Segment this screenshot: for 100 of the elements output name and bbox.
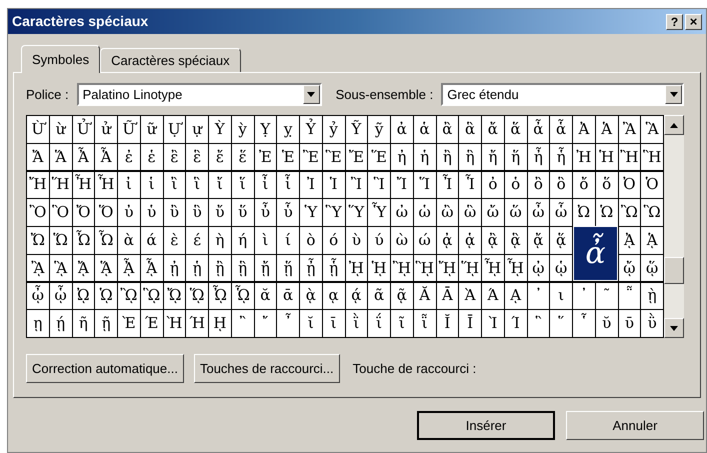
symbol-cell[interactable]: ὒ xyxy=(164,199,186,226)
symbol-cell[interactable]: Ἆ xyxy=(72,144,94,170)
symbol-cell[interactable]: Ἐ xyxy=(254,144,276,170)
symbol-cell[interactable]: Ά xyxy=(482,282,504,309)
symbol-cell[interactable]: ή xyxy=(232,227,254,254)
symbol-cell[interactable]: ῌ xyxy=(209,310,231,337)
symbol-cell[interactable]: ό xyxy=(322,227,344,254)
symbol-cell[interactable]: Ἡ xyxy=(596,144,618,170)
symbol-cell[interactable]: Ἱ xyxy=(322,172,344,198)
symbol-cell[interactable]: ἧ xyxy=(550,144,572,170)
font-dropdown[interactable]: Palatino Linotype xyxy=(76,83,322,106)
symbol-cell[interactable]: Ἣ xyxy=(641,144,663,170)
symbol-cell[interactable]: ὶ xyxy=(254,227,276,254)
symbol-cell[interactable]: ữ xyxy=(140,116,162,142)
symbol-cell[interactable]: Ἵ xyxy=(414,172,436,198)
symbol-cell[interactable]: ἒ xyxy=(164,144,186,170)
symbol-cell[interactable]: ἆ xyxy=(528,116,550,142)
symbol-cell[interactable]: ῗ xyxy=(414,310,436,337)
symbol-cell[interactable]: Ᾰ xyxy=(414,282,436,309)
symbol-cell[interactable]: Ἁ xyxy=(596,116,618,142)
symbol-cell[interactable]: ἓ xyxy=(186,144,208,170)
symbol-cell[interactable]: Ἤ xyxy=(27,172,49,198)
symbol-cell[interactable]: ὐ xyxy=(118,199,140,226)
scroll-down-icon[interactable] xyxy=(664,318,684,338)
symbol-cell[interactable]: ῀ xyxy=(596,282,618,309)
symbol-cell[interactable]: ἇ xyxy=(550,116,572,142)
symbol-cell[interactable]: ὢ xyxy=(436,199,458,226)
symbol-cell[interactable]: Ῐ xyxy=(436,310,458,337)
symbol-cell[interactable]: ὺ xyxy=(346,227,368,254)
symbol-cell[interactable]: ỷ xyxy=(322,116,344,142)
symbol-cell[interactable]: Ữ xyxy=(118,116,140,142)
symbol-cell[interactable]: Ỹ xyxy=(346,116,368,142)
symbol-cell[interactable]: ᾄ xyxy=(528,227,550,254)
symbol-cell[interactable]: ᾞ xyxy=(482,254,504,282)
symbol-cell[interactable]: ự xyxy=(186,116,208,142)
symbol-cell[interactable]: ᾽ xyxy=(528,282,550,309)
symbol-cell[interactable]: Ἶ xyxy=(436,172,458,198)
symbol-cell[interactable]: ᾌ xyxy=(72,254,94,282)
symbol-cell[interactable]: ᾎ xyxy=(118,254,140,282)
symbol-cell[interactable]: Ἳ xyxy=(368,172,390,198)
symbol-cell[interactable]: Ὲ xyxy=(118,310,140,337)
scroll-up-icon[interactable] xyxy=(664,115,684,135)
symbol-cell[interactable]: Ὠ xyxy=(573,199,595,226)
symbol-cell[interactable]: ᾩ xyxy=(95,282,117,309)
symbol-cell[interactable]: ῂ xyxy=(641,282,663,309)
symbol-cell[interactable]: ἡ xyxy=(414,144,436,170)
symbol-cell[interactable]: ᾏ xyxy=(140,254,162,282)
symbol-cell[interactable]: ᾬ xyxy=(164,282,186,309)
shortcut-button[interactable]: Touches de raccourci... xyxy=(194,354,340,383)
symbol-cell[interactable]: έ xyxy=(186,227,208,254)
symbol-cell[interactable]: Ὶ xyxy=(482,310,504,337)
symbol-cell[interactable]: ἁ xyxy=(414,116,436,142)
symbol-cell[interactable]: ὀ xyxy=(482,172,504,198)
symbol-cell[interactable]: ᾁ xyxy=(459,227,481,254)
symbol-cell[interactable]: Ἒ xyxy=(300,144,322,170)
symbol-cell[interactable]: ά xyxy=(140,227,162,254)
symbol-cell[interactable]: ἑ xyxy=(140,144,162,170)
symbol-cell[interactable]: ὅ xyxy=(596,172,618,198)
symbol-cell[interactable]: ὕ xyxy=(232,199,254,226)
symbol-cell[interactable]: Ὢ xyxy=(618,199,640,226)
symbol-cell[interactable]: Ἢ xyxy=(618,144,640,170)
symbol-cell[interactable]: ỹ xyxy=(368,116,390,142)
symbol-cell[interactable]: Ἦ xyxy=(72,172,94,198)
help-button[interactable]: ? xyxy=(666,14,683,30)
symbol-cell[interactable]: ῄ xyxy=(50,310,72,337)
symbol-cell[interactable]: ᾔ xyxy=(254,254,276,282)
symbol-cell[interactable]: ῝ xyxy=(528,310,550,337)
symbol-cell[interactable]: ᾱ xyxy=(277,282,299,309)
symbol-cell[interactable]: ΐ xyxy=(368,310,390,337)
symbol-cell[interactable]: ᾭ xyxy=(186,282,208,309)
symbol-cell[interactable]: Ἇ xyxy=(95,144,117,170)
symbol-cell[interactable]: ᾅ xyxy=(550,227,572,254)
symbol-cell[interactable]: Ὅ xyxy=(95,199,117,226)
symbol-cell[interactable]: ί xyxy=(277,227,299,254)
symbol-cell[interactable]: ᾃ xyxy=(504,227,526,254)
symbol-cell[interactable]: ử xyxy=(95,116,117,142)
symbol-cell[interactable]: ᾚ xyxy=(391,254,413,282)
symbol-cell[interactable]: ὦ xyxy=(528,199,550,226)
symbol-cell[interactable]: ᾙ xyxy=(368,254,390,282)
symbol-cell[interactable]: Ἄ xyxy=(27,144,49,170)
symbol-cell[interactable]: ỵ xyxy=(277,116,299,142)
symbol-cell[interactable]: Ί xyxy=(504,310,526,337)
symbol-cell[interactable]: ἠ xyxy=(391,144,413,170)
symbol-cell[interactable]: ᾲ xyxy=(300,282,322,309)
symbol-cell[interactable]: ἢ xyxy=(436,144,458,170)
symbol-cell[interactable]: ἱ xyxy=(140,172,162,198)
symbol-cell[interactable]: Ὕ xyxy=(346,199,368,226)
symbol-cell[interactable]: ῖ xyxy=(391,310,413,337)
symbol-cell[interactable]: Ἑ xyxy=(277,144,299,170)
symbol-cell[interactable]: ᾝ xyxy=(459,254,481,282)
symbol-cell[interactable]: ᾛ xyxy=(414,254,436,282)
close-button[interactable]: × xyxy=(685,14,702,30)
symbol-cell[interactable]: ᾿ xyxy=(573,282,595,309)
symbol-cell[interactable]: ῡ xyxy=(618,310,640,337)
symbol-cell[interactable]: ᾤ xyxy=(618,254,640,282)
symbol-cell[interactable]: ὴ xyxy=(209,227,231,254)
symbol-cell[interactable]: ι xyxy=(550,282,572,309)
symbol-cell[interactable]: ῒ xyxy=(346,310,368,337)
symbol-cell[interactable]: ῞ xyxy=(550,310,572,337)
tab[interactable]: Caractères spéciaux xyxy=(100,48,241,72)
